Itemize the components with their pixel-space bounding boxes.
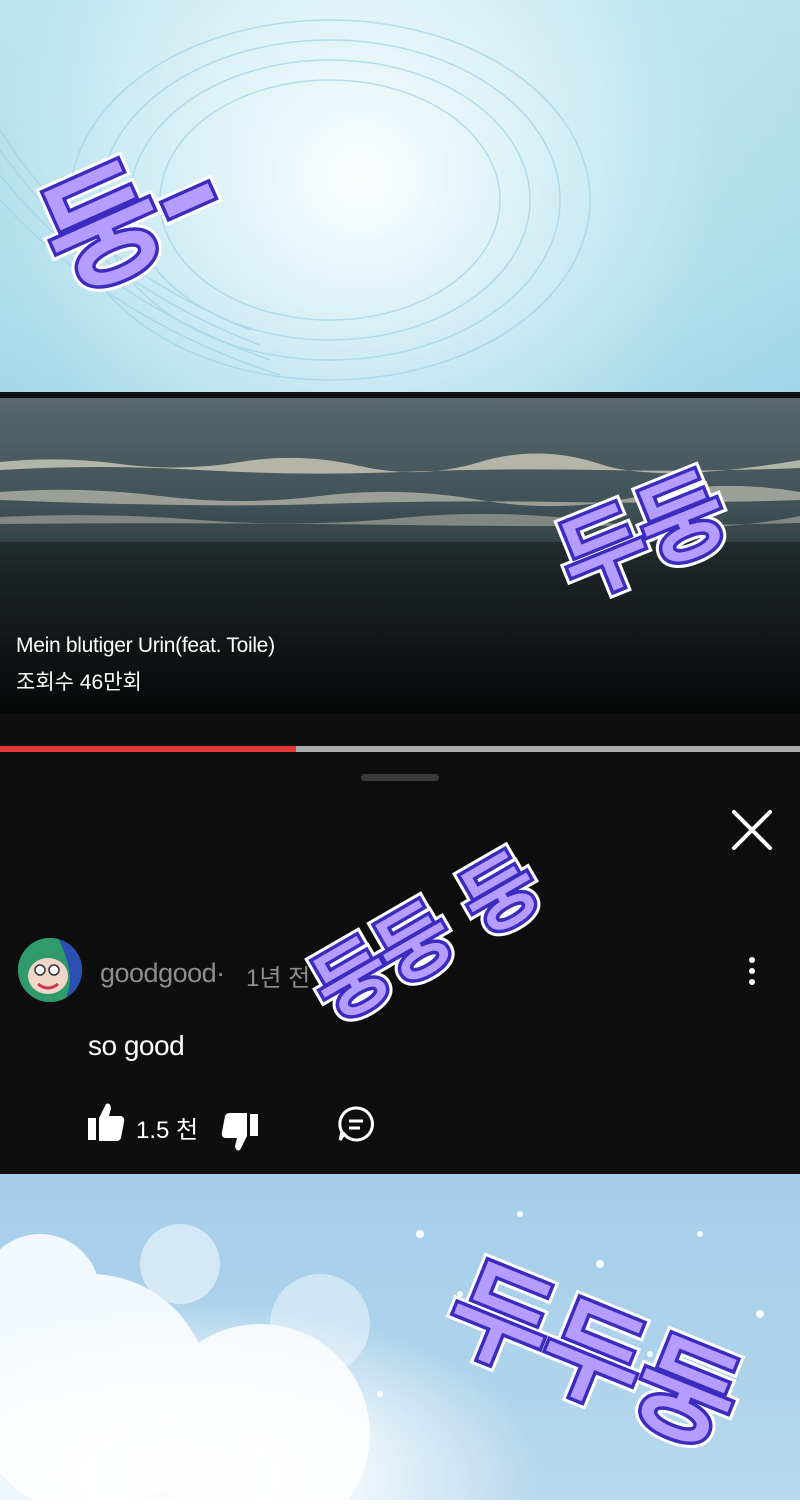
progress-bar[interactable]	[0, 714, 800, 754]
thumbs-up-icon[interactable]	[86, 1100, 126, 1144]
avatar[interactable]	[18, 938, 82, 1002]
video-title[interactable]: Mein blutiger Urin(feat. Toile)	[16, 634, 275, 658]
video-player[interactable]: Mein blutiger Urin(feat. Toile) 조회수 46만회	[0, 392, 800, 714]
comment-time: 1년 전	[246, 965, 311, 992]
comment-reply-icon[interactable]	[336, 1104, 376, 1144]
sky-panel-bottom	[0, 1174, 800, 1505]
video-view-count: 조회수 46만회	[16, 671, 142, 694]
thumbs-down-icon[interactable]	[218, 1110, 262, 1154]
more-vert-icon[interactable]	[736, 952, 768, 992]
comments-sheet: goodgood· 1년 전 so good 1.5 천	[0, 754, 800, 1174]
sky-panel-top	[0, 0, 800, 392]
comment-username[interactable]: goodgood·	[100, 958, 225, 989]
water-splash	[0, 1211, 764, 1505]
ripple-lines	[0, 19, 591, 381]
comment-text: so good	[88, 1030, 185, 1061]
drag-handle[interactable]	[361, 774, 439, 781]
like-count: 1.5 천	[136, 1117, 199, 1144]
close-icon[interactable]	[726, 804, 778, 856]
progress-fill	[0, 746, 296, 752]
